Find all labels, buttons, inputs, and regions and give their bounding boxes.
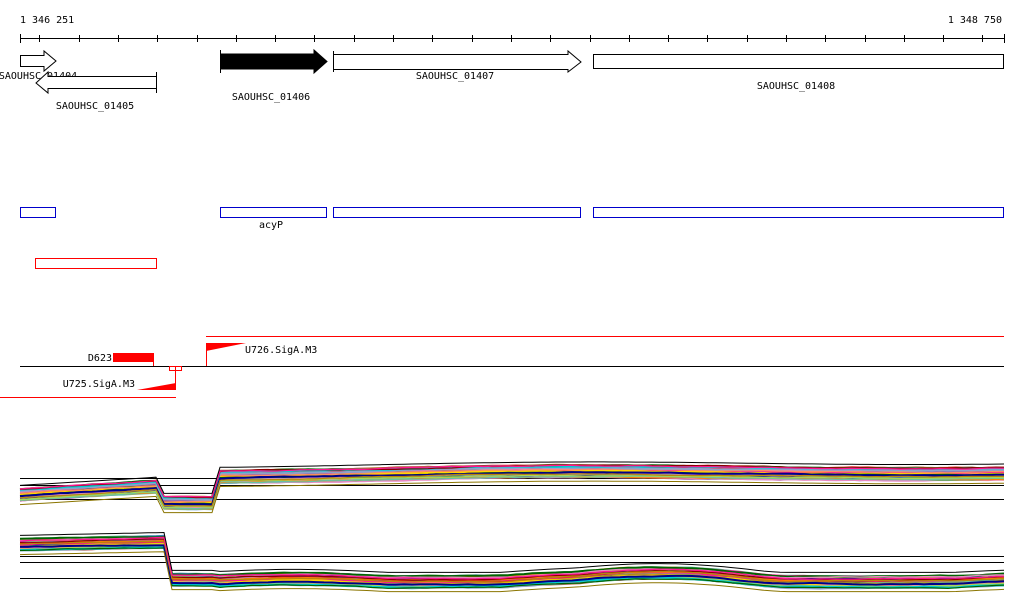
expression-track-forward xyxy=(19,461,1005,514)
u725-promoter-marker[interactable] xyxy=(137,383,176,390)
coordinate-ruler: 1 346 251 1 348 750 xyxy=(20,15,1005,43)
gene-saouhsc-01407[interactable]: SAOUHSC_01407 xyxy=(333,49,582,82)
gene-track: SAOUHSC_01404 SAOUHSC_01405 SAOUHSC_0140… xyxy=(0,48,1004,112)
gene-label: SAOUHSC_01406 xyxy=(232,92,310,103)
gene-saouhsc-01405[interactable]: SAOUHSC_01405 xyxy=(35,70,157,112)
gene-saouhsc-01406[interactable]: SAOUHSC_01406 xyxy=(220,48,328,103)
gene-label: SAOUHSC_01407 xyxy=(416,71,494,82)
acyp-label: acyP xyxy=(259,220,283,231)
u725-label: U725.SigA.M3 xyxy=(63,379,135,390)
ruler-start-label: 1 346 251 xyxy=(20,15,74,26)
cds-track xyxy=(20,207,1004,218)
genome-browser-view: 1 346 251 1 348 750 SAOUHSC_01404 SAOUHS… xyxy=(0,15,1005,593)
gene-saouhsc-01408[interactable]: SAOUHSC_01408 xyxy=(593,54,1004,93)
u726-promoter-marker[interactable] xyxy=(206,343,246,351)
u726-label: U726.SigA.M3 xyxy=(245,345,317,356)
gene-label: SAOUHSC_01408 xyxy=(757,81,835,92)
cds-box[interactable] xyxy=(593,207,1004,218)
d623-label: D623 xyxy=(88,353,112,364)
antisense-feature-box[interactable] xyxy=(35,258,157,269)
cds-box[interactable] xyxy=(20,207,56,218)
expression-track-reverse xyxy=(19,531,1005,593)
d623-feature[interactable] xyxy=(113,353,153,362)
cds-box[interactable] xyxy=(333,207,581,218)
ruler-end-label: 1 348 750 xyxy=(948,15,1002,26)
feature-track: D623 U725.SigA.M3 U726.SigA.M3 xyxy=(0,336,1004,398)
gene-label: SAOUHSC_01405 xyxy=(56,101,134,112)
cds-box-acyp[interactable] xyxy=(220,207,327,218)
